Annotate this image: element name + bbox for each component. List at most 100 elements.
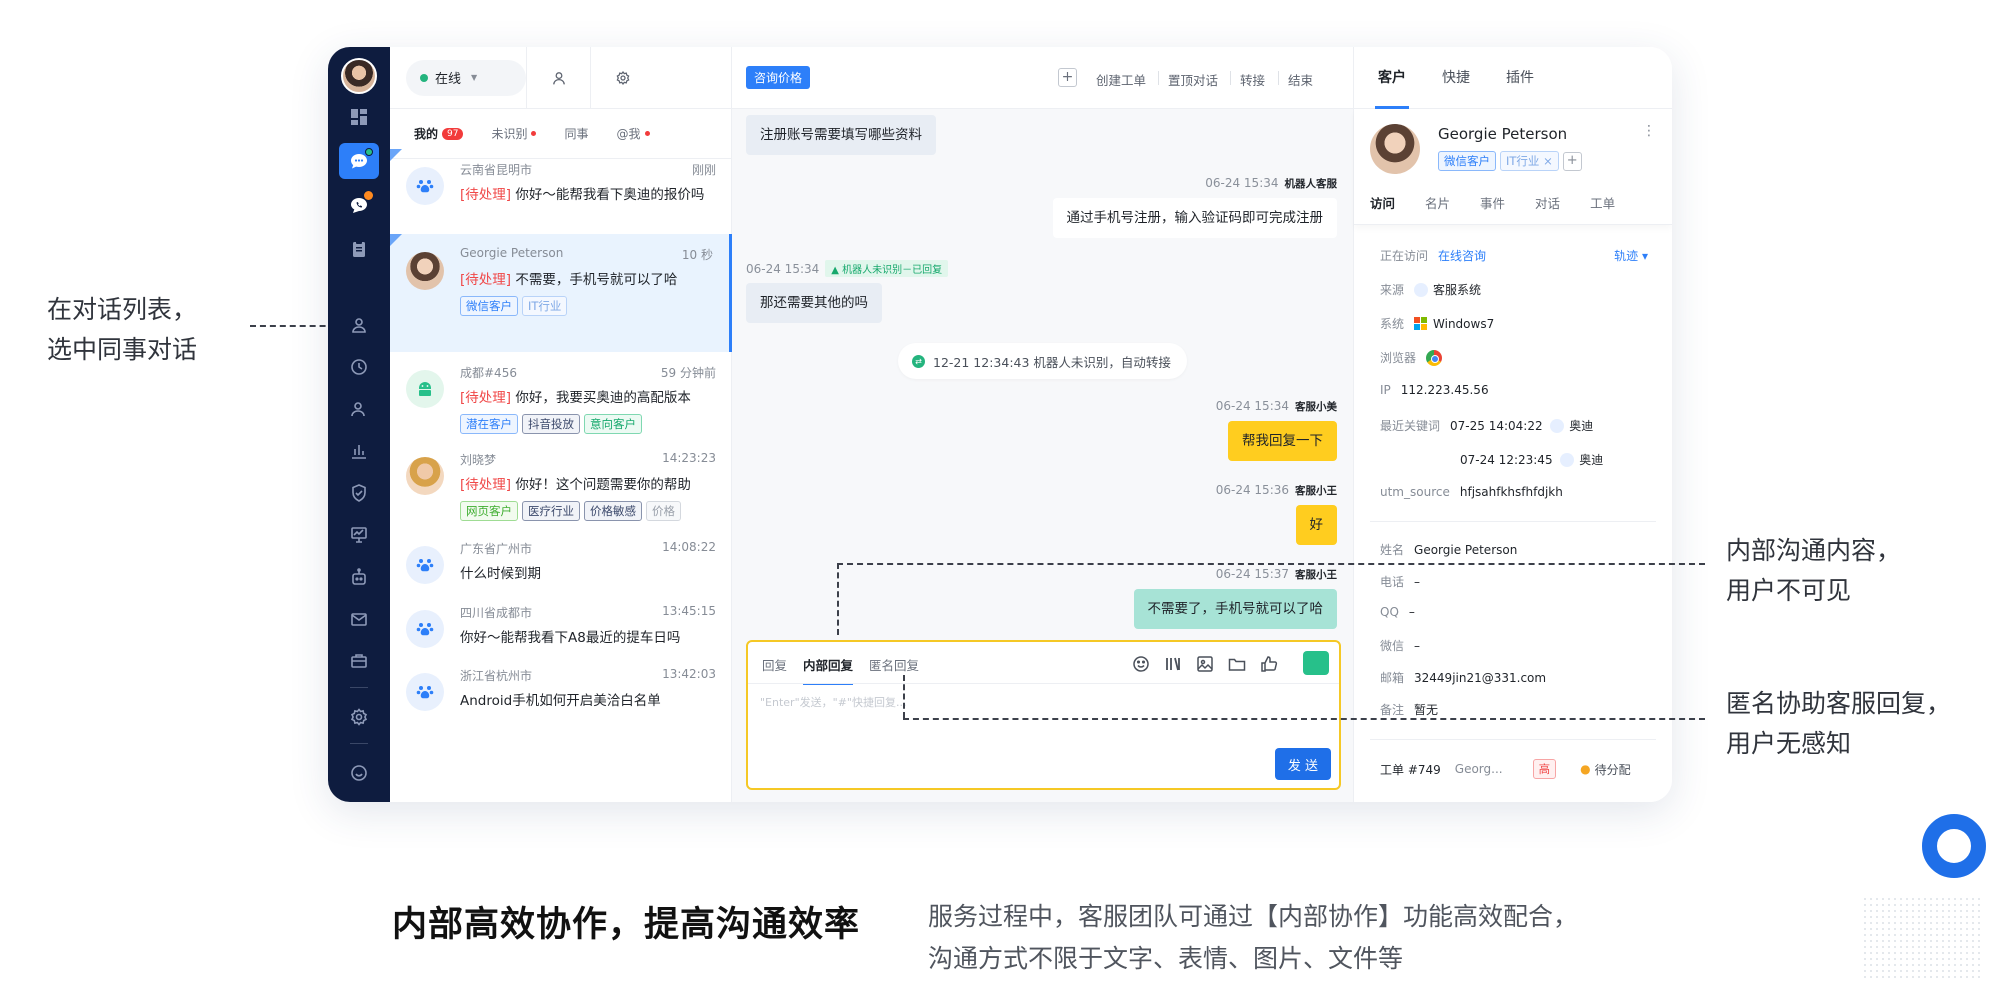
tab-customer[interactable]: 客户 — [1375, 47, 1409, 109]
conversation-list-header: 在线 ▼ — [390, 47, 731, 109]
field-label: 正在访问 — [1380, 249, 1429, 263]
tab-internal-reply[interactable]: 内部回复 — [803, 655, 854, 685]
quick-phrase-icon[interactable] — [1163, 654, 1183, 678]
status-dropdown[interactable]: 在线 ▼ — [406, 59, 526, 96]
tab-label: @我 — [616, 127, 641, 141]
conversation-source: 广东省广州市 — [460, 542, 533, 556]
field-value[interactable]: 暂无 — [1414, 701, 1438, 718]
image-icon[interactable] — [1195, 654, 1215, 678]
subtab-visits[interactable]: 访问 — [1370, 193, 1395, 212]
gear-icon[interactable] — [590, 47, 654, 109]
visiting-row: 正在访问 在线咨询 — [1380, 247, 1486, 264]
field-value[interactable]: – — [1409, 605, 1415, 619]
emoji-icon[interactable] — [1131, 654, 1151, 678]
conversation-item[interactable]: 广东省广州市 14:08:22 什么时候到期 — [390, 528, 732, 592]
conversation-item[interactable]: Georgie Peterson 10 秒 [待处理] 不需要，手机号就可以了哈 微信… — [390, 234, 732, 352]
keyword-value: 奥迪 — [1569, 419, 1594, 433]
shield-icon[interactable] — [339, 475, 379, 511]
status-dot-icon: ● — [1580, 762, 1591, 776]
field-value: Windows7 — [1433, 316, 1495, 331]
chat-icon[interactable] — [339, 143, 379, 179]
field-value[interactable]: Georgie Peterson — [1414, 543, 1517, 557]
paw-icon — [1560, 452, 1575, 467]
ai-assist-icon[interactable] — [1303, 651, 1329, 675]
history-icon[interactable] — [339, 349, 379, 385]
annotation-leader-line — [903, 718, 1705, 720]
more-options-icon[interactable]: ⋮ — [1642, 123, 1656, 139]
field-label: 系统 — [1380, 317, 1405, 331]
conversation-source: 云南省昆明市 — [460, 163, 533, 177]
visiting-link[interactable]: 在线咨询 — [1438, 247, 1486, 264]
subtab-tickets[interactable]: 工单 — [1590, 193, 1615, 212]
tab-quick[interactable]: 快捷 — [1442, 47, 1470, 109]
subtab-card[interactable]: 名片 — [1425, 193, 1450, 212]
conversation-item[interactable]: 云南省昆明市 刚刚 [待处理] 你好～能帮我看下奥迪的报价吗 — [390, 149, 732, 234]
profile-icon[interactable] — [526, 47, 590, 109]
agent-avatar[interactable] — [341, 58, 377, 94]
message-time: 06-24 15:34 — [1205, 176, 1279, 190]
subtab-events[interactable]: 事件 — [1480, 193, 1505, 212]
clipboard-icon[interactable] — [339, 231, 379, 267]
conversation-time: 刚刚 — [691, 163, 716, 177]
user-icon[interactable] — [339, 391, 379, 427]
conversation-item[interactable]: 浙江省杭州市 13:42:03 Android手机如何开启美洽白名单 — [390, 655, 732, 718]
field-value[interactable]: – — [1414, 639, 1420, 653]
robot-icon[interactable] — [339, 559, 379, 595]
annotation-line: 选中同事对话 — [47, 335, 198, 364]
conversation-message: 不需要，手机号就可以了哈 — [511, 272, 678, 288]
field-value[interactable]: 32449jin21@331.com — [1414, 671, 1546, 685]
customer-tag: 意向客户 — [584, 414, 642, 434]
conversation-tags: 微信客户 IT行业 — [460, 296, 568, 316]
thumbs-up-icon[interactable] — [1259, 654, 1279, 678]
tab-colleagues[interactable]: 同事 — [564, 125, 588, 142]
reply-input[interactable] — [760, 694, 1320, 734]
annotation-select-colleague: 在对话列表， 选中同事对话 — [47, 290, 197, 370]
tab-anonymous-reply[interactable]: 匿名回复 — [869, 655, 919, 685]
send-button[interactable]: 发 送 — [1275, 748, 1331, 780]
transfer-button[interactable]: 转接 — [1240, 70, 1265, 89]
conversation-preview: [待处理] 不需要，手机号就可以了哈 — [460, 268, 710, 288]
mail-icon[interactable] — [339, 601, 379, 637]
add-tag-button[interactable]: + — [1562, 151, 1582, 171]
conversation-time: 59 分钟前 — [660, 366, 716, 380]
caret-down-icon: ▼ — [471, 73, 478, 82]
reply-mode-tabs: 回复 内部回复 匿名回复 — [762, 655, 919, 685]
add-topic-button[interactable]: + — [1058, 68, 1077, 87]
field-value[interactable]: – — [1414, 575, 1420, 589]
message-meta: 06-24 15:34 客服小美 — [1216, 399, 1337, 414]
settings-icon[interactable] — [339, 699, 379, 735]
feedback-icon[interactable] — [339, 755, 379, 791]
customer-tag[interactable]: IT行业 × — [1500, 151, 1559, 171]
ticket-row[interactable]: 工单 #749 Georg... 高 ● 待分配 — [1380, 759, 1631, 779]
subtab-conversations[interactable]: 对话 — [1535, 193, 1560, 212]
ticket-icon[interactable] — [339, 643, 379, 679]
phone-chat-icon[interactable] — [339, 187, 379, 223]
create-ticket-button[interactable]: 创建工单 — [1096, 70, 1146, 89]
tab-mine[interactable]: 我的 97 — [414, 125, 464, 142]
pin-conversation-button[interactable]: 置顶对话 — [1168, 70, 1218, 89]
folder-icon[interactable] — [1227, 654, 1247, 678]
conversation-item[interactable]: 四川省成都市 13:45:15 你好～能帮我看下A8最近的提车日吗 — [390, 592, 732, 655]
tab-plugins[interactable]: 插件 — [1506, 47, 1534, 109]
track-dropdown[interactable]: 轨迹 ▾ — [1614, 247, 1648, 264]
tab-label: 我的 — [414, 127, 439, 141]
conversation-preview: 什么时候到期 — [460, 562, 710, 582]
customer-header: Georgie Peterson 微信客户 IT行业 × + ⋮ 访问 名片 事… — [1354, 109, 1672, 225]
end-conversation-button[interactable]: 结束 — [1288, 70, 1313, 89]
agent-message: 不需要了，手机号就可以了哈 — [1133, 589, 1337, 629]
dashboard-icon[interactable] — [339, 99, 379, 135]
conversation-item[interactable]: 刘晓梦 14:23:23 [待处理] 你好！这个问题需要你的帮助 网页客户 医疗行业 价格… — [390, 439, 732, 528]
tab-reply[interactable]: 回复 — [762, 655, 787, 685]
tab-unrecognized[interactable]: 未识别 — [491, 125, 537, 142]
customer-name: Georgie Peterson — [1438, 125, 1568, 143]
monitor-icon[interactable] — [339, 517, 379, 553]
field-label: utm_source — [1380, 485, 1450, 499]
stats-icon[interactable] — [339, 433, 379, 469]
conversation-item[interactable]: 成都#456 59 分钟前 [待处理] 你好，我要买奥迪的高配版本 潜在客户 抖音投放意… — [390, 352, 732, 439]
contacts-icon[interactable] — [339, 307, 379, 343]
customer-tag[interactable]: 微信客户 — [1438, 151, 1496, 171]
tab-mentions[interactable]: @我 — [617, 125, 650, 142]
paw-avatar-icon — [406, 673, 444, 711]
topic-chip[interactable]: 咨询价格 — [746, 66, 811, 89]
new-conversation-marker — [390, 149, 402, 161]
